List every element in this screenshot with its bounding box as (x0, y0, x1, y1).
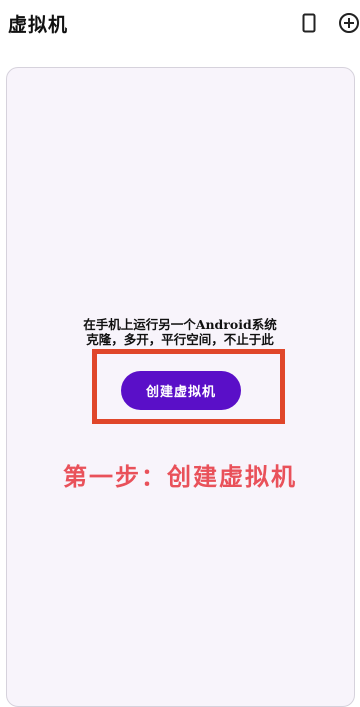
step-caption: 第一步：创建虚拟机 (63, 462, 297, 491)
top-app-bar: 虚拟机 (0, 0, 360, 46)
create-vm-button[interactable]: 创建虚拟机 (121, 371, 241, 410)
app-title: 虚拟机 (8, 14, 69, 36)
empty-state-line-1: 在手机上运行另一个Android系统 (83, 317, 277, 332)
phone-icon[interactable] (298, 12, 320, 34)
add-circle-icon[interactable] (338, 12, 360, 34)
empty-state-line-2: 克隆，多开，平行空间，不止于此 (86, 332, 274, 347)
empty-state-description: 在手机上运行另一个Android系统 克隆，多开，平行空间，不止于此 (0, 317, 360, 347)
